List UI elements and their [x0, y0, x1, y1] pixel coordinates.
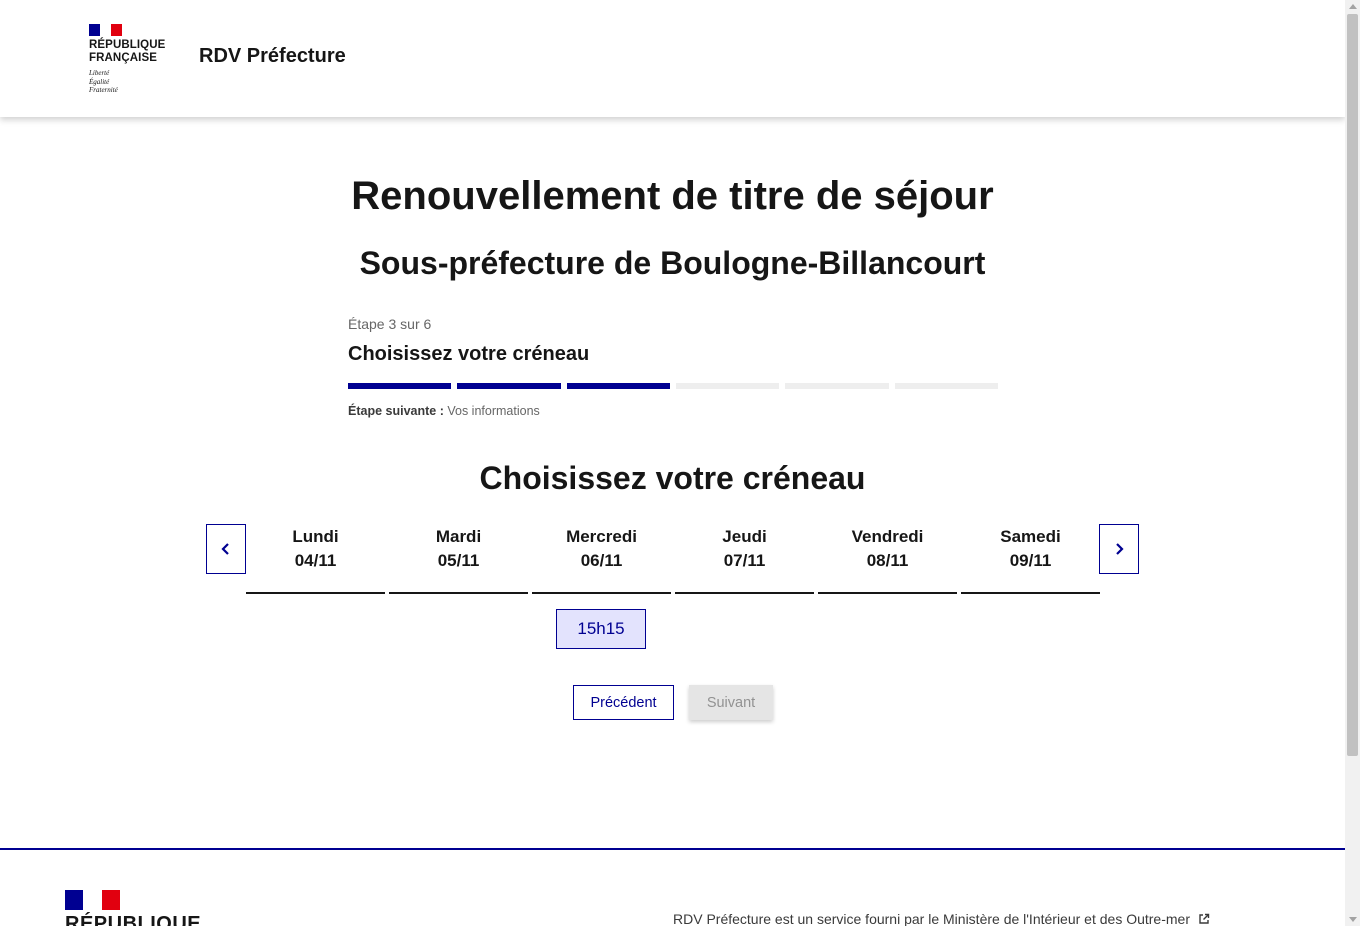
scrollbar-thumb[interactable]	[1347, 14, 1358, 756]
stepper-segment	[894, 383, 998, 389]
next-button[interactable]: Suivant	[689, 685, 773, 720]
stepper-segment	[348, 383, 452, 389]
stepper: Étape 3 sur 6 Choisissez votre créneau É…	[348, 316, 998, 418]
external-link-icon	[1199, 913, 1210, 924]
stepper-segment	[457, 383, 561, 389]
republique-line-1: RÉPUBLIQUE	[89, 39, 166, 51]
chevron-right-icon	[1116, 543, 1124, 555]
stepper-next-value: Vos informations	[447, 404, 540, 418]
day-date: 09/11	[1009, 551, 1052, 570]
stepper-next-label: Étape suivante :	[348, 404, 444, 418]
section-title: Choisissez votre créneau	[479, 460, 866, 496]
day-column-vendredi[interactable]: Vendredi 08/11	[818, 524, 957, 594]
chevron-left-icon	[221, 543, 229, 555]
service-name[interactable]: RDV Préfecture	[199, 45, 346, 68]
day-date: 06/11	[580, 551, 623, 570]
time-slot-button[interactable]: 15h15	[556, 609, 646, 649]
devise-egalite: Égalité	[89, 77, 110, 86]
day-name: Jeudi	[722, 527, 767, 546]
day-name: Vendredi	[851, 527, 924, 546]
day-name: Samedi	[1000, 527, 1061, 546]
site-header: RÉPUBLIQUE FRANÇAISE Liberté Égalité Fra…	[0, 0, 1345, 117]
republique-francaise-logo[interactable]: RÉPUBLIQUE FRANÇAISE Liberté Égalité Fra…	[89, 24, 179, 95]
previous-week-button[interactable]	[206, 524, 246, 574]
stepper-segment	[675, 383, 780, 389]
day-name: Lundi	[292, 527, 339, 546]
day-date: 05/11	[437, 551, 480, 570]
stepper-title: Choisissez votre créneau	[348, 343, 590, 365]
days-row: Lundi 04/11 Mardi 05/11 Mercredi 06/11 J…	[246, 524, 1100, 594]
stepper-next-step: Étape suivante : Vos informations	[348, 404, 998, 418]
day-date: 04/11	[294, 551, 337, 570]
page: RÉPUBLIQUE FRANÇAISE Liberté Égalité Fra…	[0, 0, 1345, 926]
day-name: Mardi	[435, 527, 482, 546]
previous-button[interactable]: Précédent	[573, 685, 674, 720]
vertical-scrollbar[interactable]	[1345, 0, 1360, 926]
site-footer: RÉPUBLIQUE RDV Préfecture est un service…	[0, 848, 1345, 926]
day-date: 08/11	[866, 551, 909, 570]
devise-fraternite: Fraternité	[89, 86, 118, 94]
footer-service-text: RDV Préfecture est un service fourni par…	[673, 911, 1190, 926]
next-week-button[interactable]	[1099, 524, 1139, 574]
footer-republique-logo[interactable]: RÉPUBLIQUE	[65, 890, 201, 926]
marianne-flag-icon	[65, 890, 120, 910]
stepper-state: Étape 3 sur 6	[348, 316, 432, 332]
day-date: 07/11	[723, 551, 766, 570]
stepper-progress-bar	[348, 383, 998, 389]
day-column-mercredi[interactable]: Mercredi 06/11	[532, 524, 671, 594]
republique-line-2: FRANÇAISE	[89, 52, 157, 64]
devise: Liberté Égalité Fraternité	[89, 69, 179, 95]
footer-service-link[interactable]: RDV Préfecture est un service fourni par…	[673, 911, 1210, 926]
scroll-up-arrow-icon[interactable]	[1349, 4, 1357, 9]
stepper-segment	[785, 383, 889, 389]
day-column-samedi[interactable]: Samedi 09/11	[961, 524, 1100, 594]
stepper-segment	[566, 383, 670, 389]
day-column-jeudi[interactable]: Jeudi 07/11	[675, 524, 814, 594]
day-name: Mercredi	[566, 527, 637, 546]
day-column-mardi[interactable]: Mardi 05/11	[389, 524, 528, 594]
devise-liberte: Liberté	[89, 69, 110, 77]
scroll-down-arrow-icon[interactable]	[1349, 917, 1357, 922]
page-title: Renouvellement de titre de séjour	[351, 174, 994, 218]
footer-republique-text: RÉPUBLIQUE	[65, 913, 202, 926]
marianne-flag-icon	[89, 24, 122, 36]
page-subtitle: Sous-préfecture de Boulogne-Billancourt	[359, 245, 986, 281]
day-column-lundi[interactable]: Lundi 04/11	[246, 524, 385, 594]
